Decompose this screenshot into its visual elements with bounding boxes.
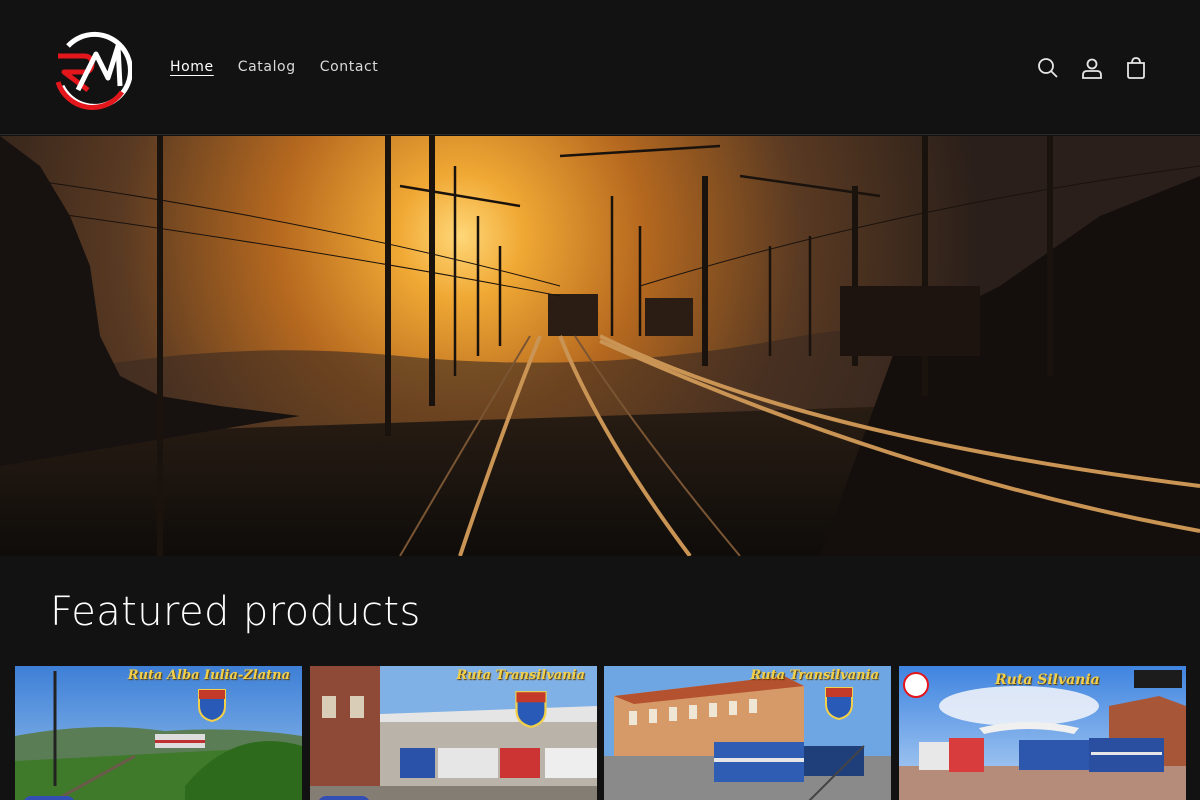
- product-title: Ruta Transilvania: [456, 668, 585, 683]
- coat-of-arms-icon: [197, 688, 227, 722]
- product-card-transilvania-1[interactable]: Ruta Transilvania: [310, 666, 597, 800]
- rm-badge-icon: [903, 672, 929, 698]
- product-badge: [23, 796, 75, 800]
- product-card-transilvania-2[interactable]: Ruta Transilvania: [604, 666, 891, 800]
- cart-icon[interactable]: [1118, 48, 1154, 88]
- header-icons: [1030, 48, 1154, 88]
- search-icon[interactable]: [1030, 48, 1066, 88]
- account-icon[interactable]: [1074, 48, 1110, 88]
- main-nav: Home Catalog Contact: [158, 57, 390, 77]
- product-card-alba-iulia-zlatna[interactable]: Ruta Alba Iulia-Zlatna: [15, 666, 302, 800]
- coat-of-arms-icon: [824, 686, 854, 720]
- product-badge: [318, 796, 370, 800]
- product-title: Ruta Transilvania: [750, 668, 879, 683]
- nav-contact-link[interactable]: Contact: [308, 57, 391, 77]
- nav-catalog-link[interactable]: Catalog: [226, 57, 308, 77]
- site-header: Home Catalog Contact: [0, 0, 1200, 135]
- coat-of-arms-icon: [514, 690, 547, 728]
- featured-products-heading: Featured products: [50, 589, 421, 635]
- product-title: Ruta Silvania: [995, 672, 1100, 688]
- nav-home-link[interactable]: Home: [158, 57, 226, 77]
- hero-banner-image: [0, 136, 1200, 556]
- product-card-silvania[interactable]: Ruta Silvania: [899, 666, 1186, 800]
- product-title: Ruta Alba Iulia-Zlatna: [127, 668, 290, 683]
- rm-logo[interactable]: [48, 26, 133, 110]
- product-grid: Ruta Alba Iulia-Zlatna Ruta Transilvania: [15, 666, 1187, 800]
